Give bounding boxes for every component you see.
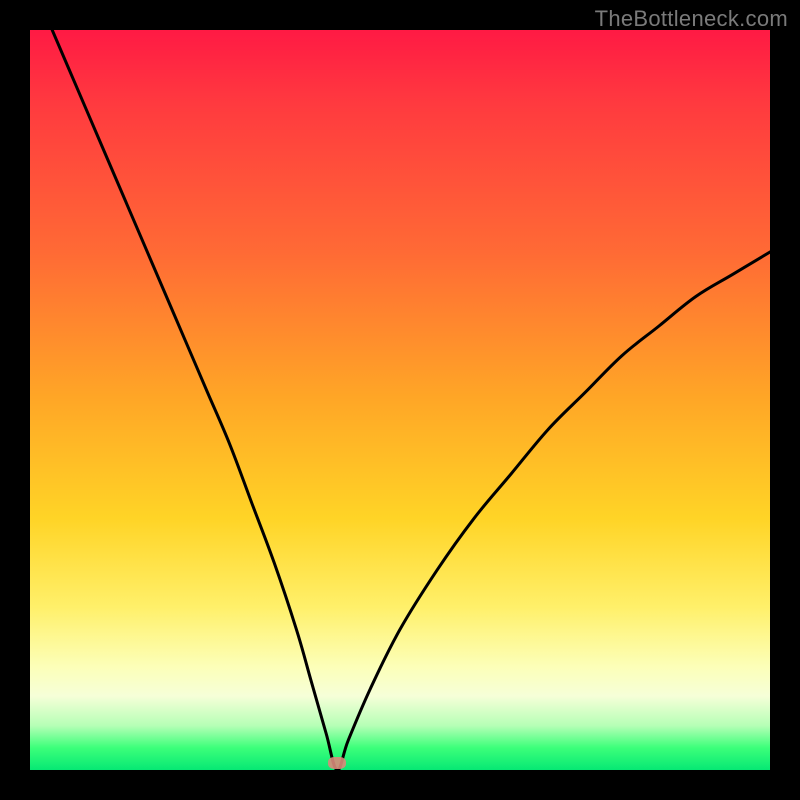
minimum-marker bbox=[328, 757, 346, 769]
plot-area bbox=[30, 30, 770, 770]
watermark-text: TheBottleneck.com bbox=[595, 6, 788, 32]
bottleneck-curve bbox=[30, 30, 770, 770]
chart-frame: TheBottleneck.com bbox=[0, 0, 800, 800]
